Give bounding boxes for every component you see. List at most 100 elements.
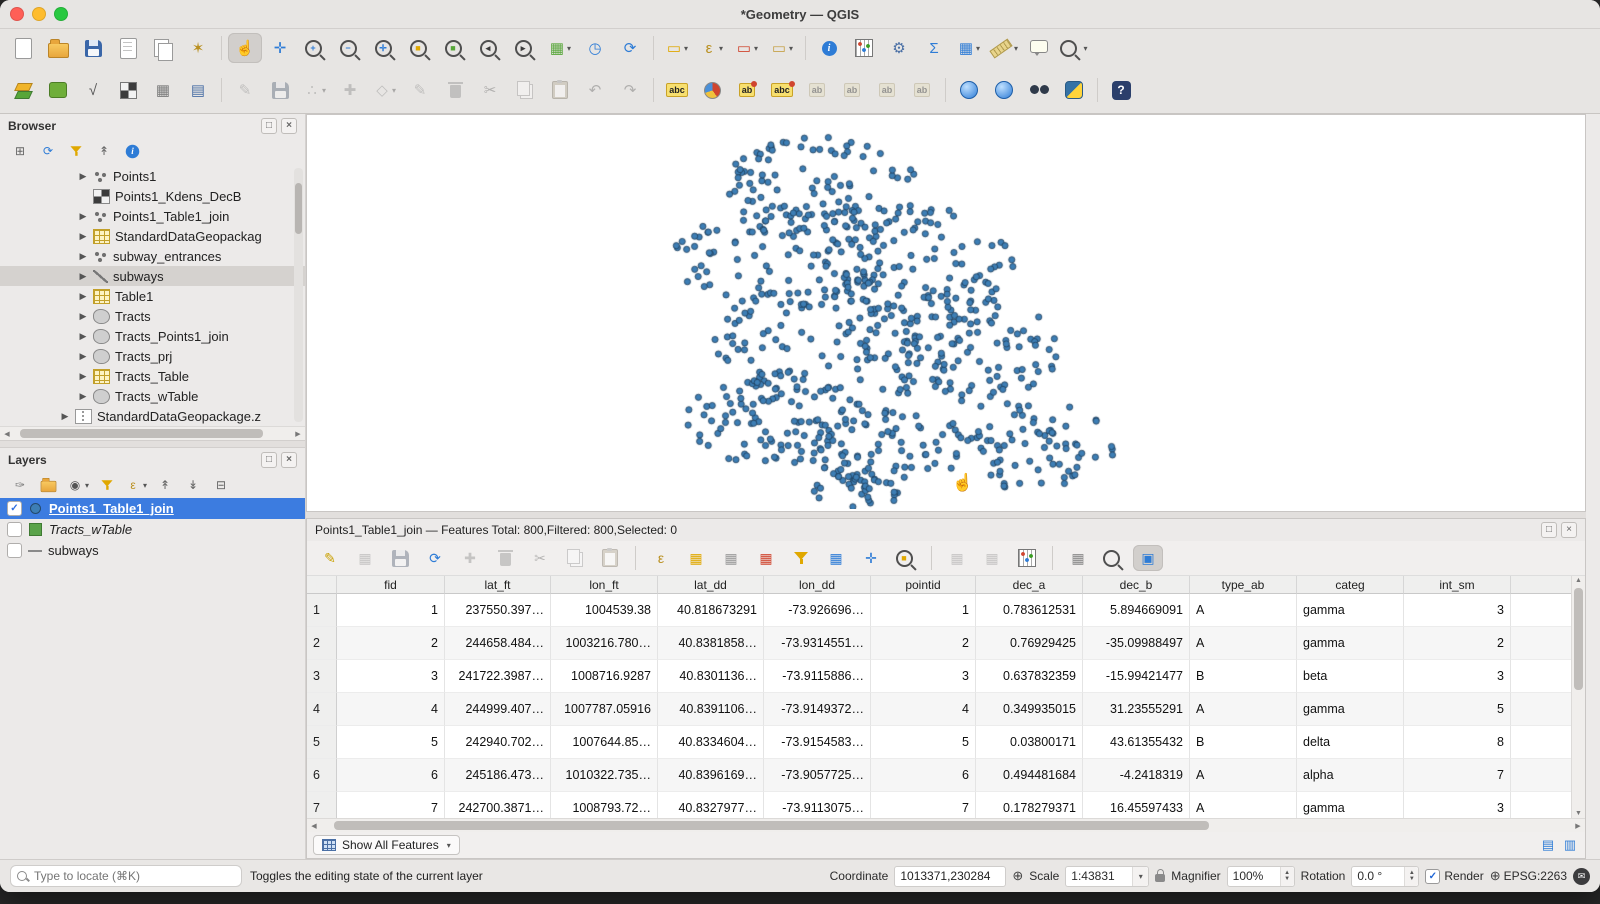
cell-pointid[interactable]: 2	[871, 627, 976, 660]
attr-invert-selection-icon[interactable]: ▦	[716, 545, 746, 571]
attr-search-icon[interactable]	[1098, 545, 1128, 571]
row-number-cell[interactable]: 3	[307, 660, 337, 693]
cell-fid[interactable]: 2	[337, 627, 445, 660]
map-tips-icon[interactable]	[1022, 33, 1056, 63]
cell-lat_dd[interactable]: 40.8391106…	[658, 693, 764, 726]
web-service-icon[interactable]	[987, 75, 1021, 105]
lock-scale-icon[interactable]	[1155, 869, 1166, 882]
cell-dec_a[interactable]: 0.76929425	[976, 627, 1083, 660]
cell-pointid[interactable]: 6	[871, 759, 976, 792]
cell-fid[interactable]: 7	[337, 792, 445, 818]
attr-cut-icon[interactable]: ✂	[525, 545, 555, 571]
layer-item-subways[interactable]: subways	[0, 540, 305, 561]
attr-move-selection-top-icon[interactable]: ▦	[821, 545, 851, 571]
cut-features-icon[interactable]: ✂	[473, 75, 507, 105]
add-raster-layer-icon[interactable]	[111, 75, 145, 105]
cell-lon_dd[interactable]: -73.9154583…	[764, 726, 871, 759]
browser-add-selected-icon[interactable]: ⊞	[8, 141, 32, 161]
pin-labels-icon[interactable]: ab	[730, 75, 764, 105]
new-map-view-icon[interactable]: ▦ ▾	[543, 33, 577, 63]
row-number-cell[interactable]: 6	[307, 759, 337, 792]
open-attribute-table-icon[interactable]: ▦ ▾	[952, 33, 986, 63]
cell-type_ab[interactable]: B	[1190, 660, 1297, 693]
pan-map-icon[interactable]: ☝	[228, 33, 262, 63]
zoom-full-extent-icon[interactable]: ✛	[368, 33, 402, 63]
measure-icon[interactable]: ▾	[987, 33, 1021, 63]
cell-lat_dd[interactable]: 40.8381858…	[658, 627, 764, 660]
filter-expression-icon[interactable]: ε ▾	[123, 475, 149, 495]
scroll-left-icon[interactable]: ◀	[309, 822, 319, 830]
search-icon[interactable]: ▾	[1057, 33, 1091, 63]
cell-dec_a[interactable]: 0.637832359	[976, 660, 1083, 693]
column-header-dec_a[interactable]: dec_a	[976, 576, 1083, 594]
save-layer-edits-icon[interactable]	[263, 75, 297, 105]
coordinate-input[interactable]	[894, 865, 1007, 887]
column-header-lon_dd[interactable]: lon_dd	[764, 576, 871, 594]
expand-arrow-icon[interactable]: ▶	[78, 231, 88, 242]
zoom-in-icon[interactable]: +	[298, 33, 332, 63]
cell-lon_ft[interactable]: 1007644.85…	[551, 726, 658, 759]
cell-type_ab[interactable]: A	[1190, 759, 1297, 792]
add-vector-layer-icon[interactable]: √	[76, 75, 110, 105]
chevron-down-icon[interactable]: ▾	[1132, 866, 1149, 886]
cell-type_ab[interactable]: B	[1190, 726, 1297, 759]
messages-button[interactable]: ✉	[1573, 867, 1590, 885]
zoom-to-layer-icon[interactable]: ■	[438, 33, 472, 63]
cell-categ[interactable]: delta	[1297, 726, 1404, 759]
cell-fid[interactable]: 4	[337, 693, 445, 726]
cell-int_sm[interactable]: 3	[1404, 792, 1511, 818]
attr-pan-to-selection-icon[interactable]: ✛	[856, 545, 886, 571]
add-feature-icon[interactable]: ✚	[333, 75, 367, 105]
browser-filter-icon[interactable]	[64, 141, 88, 161]
python-console-icon[interactable]	[1057, 75, 1091, 105]
cell-categ[interactable]: gamma	[1297, 594, 1404, 627]
select-by-expression-icon[interactable]: ε ▾	[695, 33, 729, 63]
refresh-map-icon[interactable]: ⟳	[613, 33, 647, 63]
render-checkbox[interactable]: ✓ Render	[1425, 868, 1484, 884]
collapse-all-icon[interactable]: ↡	[181, 475, 205, 495]
column-header-lon_ft[interactable]: lon_ft	[551, 576, 658, 594]
layer-styling-icon[interactable]: ✑	[8, 475, 32, 495]
expand-arrow-icon[interactable]: ▶	[78, 171, 88, 182]
cell-dec_a[interactable]: 0.349935015	[976, 693, 1083, 726]
add-delimited-text-icon[interactable]: ▤	[181, 75, 215, 105]
browser-item-points1[interactable]: ▶ Points1	[0, 166, 305, 186]
browser-item-table1[interactable]: ▶ Table1	[0, 286, 305, 306]
stepper-arrows[interactable]: ▲ ▼	[1404, 866, 1419, 886]
browser-item-tracts-prj[interactable]: ▶ Tracts_prj	[0, 346, 305, 366]
crs-status[interactable]: ⊕ EPSG:2263	[1490, 868, 1567, 884]
layout-manager-icon[interactable]	[146, 33, 180, 63]
column-header-dec_b[interactable]: dec_b	[1083, 576, 1190, 594]
new-print-layout-icon[interactable]	[111, 33, 145, 63]
attr-dock-icon[interactable]: ▣	[1133, 545, 1163, 571]
attr-paste-icon[interactable]	[595, 545, 625, 571]
cell-lon_dd[interactable]: -73.9149372…	[764, 693, 871, 726]
expand-arrow-icon[interactable]: ▶	[78, 311, 88, 322]
expand-arrow-icon[interactable]: ▶	[78, 331, 88, 342]
layers-float-button[interactable]: □	[261, 452, 277, 468]
browser-collapse-all-icon[interactable]: ↟	[92, 141, 116, 161]
scroll-right-icon[interactable]: ▶	[293, 430, 303, 438]
cell-lon_ft[interactable]: 1008793.72…	[551, 792, 658, 818]
cell-lat_ft[interactable]: 244999.407…	[445, 693, 551, 726]
expand-all-icon[interactable]: ↟	[153, 475, 177, 495]
browser-item-standarddatageopackag[interactable]: ▶ StandardDataGeopackag	[0, 226, 305, 246]
options-gear-icon[interactable]: ⚙	[882, 33, 916, 63]
zoom-out-icon[interactable]: −	[333, 33, 367, 63]
open-project-icon[interactable]	[41, 33, 75, 63]
panel-splitter[interactable]	[0, 440, 305, 448]
layer-labeling-icon[interactable]: abc	[660, 75, 694, 105]
attr-conditional-format-icon[interactable]: ▦	[1063, 545, 1093, 571]
cell-categ[interactable]: gamma	[1297, 792, 1404, 818]
attr-new-field-icon[interactable]: ▦	[942, 545, 972, 571]
browser-item-points1-table1-join[interactable]: ▶ Points1_Table1_join	[0, 206, 305, 226]
row-number-cell[interactable]: 2	[307, 627, 337, 660]
attr-float-button[interactable]: □	[1541, 522, 1557, 538]
row-number-cell[interactable]: 1	[307, 594, 337, 627]
close-window-button[interactable]	[10, 7, 24, 21]
map-canvas[interactable]	[307, 115, 1585, 509]
attr-reload-icon[interactable]: ⟳	[420, 545, 450, 571]
toggle-editing-icon[interactable]: ✎	[228, 75, 262, 105]
change-label-properties-icon[interactable]: ab	[905, 75, 939, 105]
new-project-icon[interactable]	[6, 33, 40, 63]
